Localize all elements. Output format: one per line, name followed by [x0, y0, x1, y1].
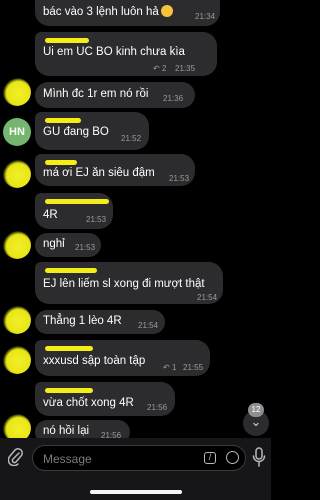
grinning-sweat-face-icon: [160, 5, 173, 17]
command-icon[interactable]: /: [204, 452, 216, 464]
avatar[interactable]: [3, 160, 31, 188]
message-text: GU đang BO: [43, 126, 109, 138]
message-text: Ui em UC BO kinh chưa kìa: [43, 46, 185, 58]
message-time: 21:55: [183, 363, 204, 372]
message-bubble[interactable]: xxxusd sập toàn tập ↶ 1 21:55: [35, 340, 210, 376]
microphone-icon: [252, 447, 266, 467]
reply-count[interactable]: ↶ 2: [153, 64, 166, 73]
message-bubble[interactable]: 4R 21:53: [35, 193, 113, 229]
message-text: nghỉ: [43, 238, 65, 250]
message-time: 21:53: [169, 174, 190, 183]
sender-name-redacted: [45, 199, 109, 204]
sender-name-redacted: [45, 160, 77, 165]
message-text: má ơi EJ ăn siêu đậm: [43, 167, 155, 179]
message-composer: Message /: [0, 438, 271, 500]
message-placeholder: Message: [43, 452, 92, 466]
message-time: 21:36: [163, 94, 184, 103]
sticker-icon[interactable]: [226, 451, 239, 464]
unread-count-badge: 12: [248, 403, 264, 417]
message-bubble[interactable]: má ơi EJ ăn siêu đậm 21:53: [35, 154, 195, 186]
message-text: xxxusd sập toàn tập: [43, 355, 146, 367]
message-time: 21:54: [197, 293, 218, 302]
message-bubble[interactable]: Mình đc 1r em nó rồi 21:36: [35, 82, 195, 108]
message-time: 21:54: [138, 321, 159, 330]
message-bubble[interactable]: vừa chốt xong 4R 21:56: [35, 382, 175, 416]
sender-name-redacted: [45, 388, 93, 393]
sender-name-redacted: [45, 346, 93, 351]
avatar[interactable]: [3, 346, 31, 374]
reply-count-value: 1: [171, 363, 177, 372]
message-time: 21:35: [175, 64, 196, 73]
message-text: Mình đc 1r em nó rồi: [43, 88, 149, 100]
message-text: EJ lên liếm sl xong đi mượt thật: [43, 278, 205, 290]
message-bubble[interactable]: Thẳng 1 lèo 4R 21:54: [35, 310, 165, 334]
message-bubble[interactable]: Ui em UC BO kinh chưa kìa ↶ 2 21:35: [35, 32, 217, 76]
reply-count-value: 2: [161, 64, 167, 73]
message-list[interactable]: bác vào 3 lệnh luôn hả 21:34 Ui em UC BO…: [0, 0, 271, 444]
message-time: 21:53: [75, 243, 96, 252]
attach-button[interactable]: [6, 448, 26, 468]
message-text-content: bác vào 3 lệnh luôn hả: [43, 6, 159, 18]
avatar[interactable]: HN: [3, 118, 31, 146]
message-time: 21:52: [121, 134, 142, 143]
message-text: vừa chốt xong 4R: [43, 397, 134, 409]
sender-name-redacted: [45, 38, 89, 43]
message-bubble[interactable]: nghỉ 21:53: [35, 233, 101, 257]
message-time: 21:53: [86, 215, 107, 224]
sender-name-redacted: [45, 268, 97, 273]
home-indicator: [90, 490, 182, 494]
paperclip-icon: [7, 448, 23, 467]
message-text: nó hồi lại: [43, 425, 90, 437]
message-bubble[interactable]: GU đang BO 21:52: [35, 112, 149, 150]
avatar[interactable]: [3, 78, 31, 106]
message-time: 21:34: [195, 12, 216, 21]
message-bubble[interactable]: bác vào 3 lệnh luôn hả 21:34: [35, 0, 220, 26]
message-time: 21:56: [147, 403, 168, 412]
chat-screen: bác vào 3 lệnh luôn hả 21:34 Ui em UC BO…: [0, 0, 271, 500]
message-text: bác vào 3 lệnh luôn hả: [43, 5, 173, 18]
microphone-button[interactable]: [252, 447, 266, 469]
avatar[interactable]: [3, 231, 31, 259]
message-text: Thẳng 1 lèo 4R: [43, 315, 122, 327]
message-input[interactable]: Message /: [32, 445, 246, 471]
reply-count[interactable]: ↶ 1: [163, 363, 176, 372]
avatar[interactable]: [3, 306, 31, 334]
sender-name-redacted: [45, 118, 81, 123]
message-bubble[interactable]: EJ lên liếm sl xong đi mượt thật 21:54: [35, 262, 223, 304]
message-text: 4R: [43, 209, 58, 221]
